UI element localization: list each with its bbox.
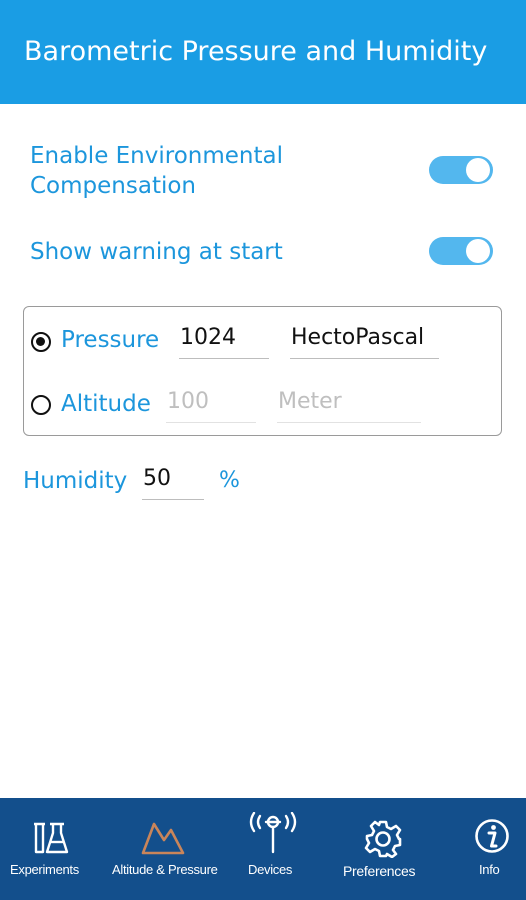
nav-item-preferences[interactable]: Preferences xyxy=(336,798,432,900)
show-warning-toggle[interactable] xyxy=(429,236,493,266)
nav-label: Altitude & Pressure xyxy=(112,862,218,877)
altitude-radio[interactable] xyxy=(31,395,51,415)
nav-item-info[interactable]: Info xyxy=(466,798,518,900)
env-compensation-label: Enable Environmental Compensation xyxy=(30,143,283,199)
app-bar: Barometric Pressure and Humidity xyxy=(0,0,526,104)
pressure-value-input[interactable]: 1024 xyxy=(179,323,269,359)
pressure-unit-select[interactable]: HectoPascal xyxy=(290,323,439,359)
bottom-navigation: Experiments Altitude & Pressure Devices xyxy=(0,798,526,900)
reference-card: Pressure 1024 HectoPascal Altitude 100 M… xyxy=(23,306,502,436)
pressure-label: Pressure xyxy=(61,327,160,353)
mountain-icon xyxy=(141,822,185,855)
gear-icon xyxy=(364,820,402,858)
humidity-input[interactable]: 50 xyxy=(142,464,204,500)
page-title: Barometric Pressure and Humidity xyxy=(24,36,488,67)
radio-selected-dot xyxy=(36,337,45,346)
altitude-unit-select[interactable]: Meter xyxy=(277,387,421,423)
nav-label: Info xyxy=(479,862,500,877)
nav-label: Devices xyxy=(248,862,293,877)
sensor-device-icon xyxy=(249,812,297,854)
nav-item-experiments[interactable]: Experiments xyxy=(0,798,96,900)
nav-label: Experiments xyxy=(10,862,79,877)
flask-icon xyxy=(34,822,69,854)
altitude-label: Altitude xyxy=(61,391,151,417)
toggle-thumb xyxy=(466,239,490,263)
humidity-label: Humidity xyxy=(23,468,128,494)
nav-label: Preferences xyxy=(343,863,416,879)
toggle-thumb xyxy=(466,158,490,182)
nav-item-devices[interactable]: Devices xyxy=(236,798,310,900)
humidity-unit: % xyxy=(219,468,240,493)
env-compensation-toggle[interactable] xyxy=(429,155,493,185)
altitude-value-input[interactable]: 100 xyxy=(166,387,256,423)
info-icon xyxy=(475,819,509,853)
show-warning-label: Show warning at start xyxy=(30,239,283,265)
nav-item-altitude-pressure[interactable]: Altitude & Pressure xyxy=(106,798,220,900)
pressure-radio[interactable] xyxy=(31,332,51,352)
